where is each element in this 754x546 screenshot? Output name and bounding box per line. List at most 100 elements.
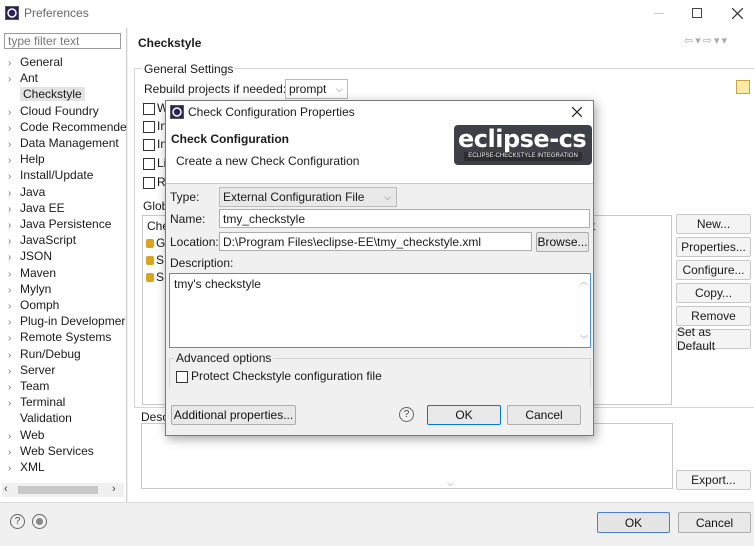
tree-item[interactable]: › Terminal xyxy=(8,395,65,411)
tree-item[interactable]: › Maven xyxy=(8,266,56,282)
tree-item[interactable]: › JSON xyxy=(8,249,52,265)
tree-item[interactable]: › Cloud Foundry xyxy=(8,104,99,120)
chevron-right-icon[interactable]: › xyxy=(8,139,20,150)
tree-item[interactable]: › Remote Systems xyxy=(8,330,111,346)
config-button[interactable]: Configure... xyxy=(676,260,751,280)
chevron-right-icon[interactable]: › xyxy=(8,382,20,393)
import-settings-icon[interactable] xyxy=(736,80,750,94)
setting-checkbox-1[interactable] xyxy=(143,103,155,115)
chevron-right-icon[interactable]: › xyxy=(8,236,20,247)
ok-button[interactable]: OK xyxy=(597,512,670,533)
tree-item[interactable]: › Mylyn xyxy=(8,282,51,298)
export-button[interactable]: Export... xyxy=(676,470,751,490)
tree-item[interactable]: Validation xyxy=(8,411,72,427)
close-icon[interactable] xyxy=(732,8,743,19)
chevron-right-icon[interactable]: › xyxy=(8,204,20,215)
tree-item[interactable]: › Java EE xyxy=(8,201,65,217)
type-select[interactable]: External Configuration File ⌵ xyxy=(219,187,397,207)
chevron-right-icon[interactable]: › xyxy=(8,269,20,280)
tree-item[interactable]: › Install/Update xyxy=(8,168,93,184)
chevron-right-icon[interactable]: › xyxy=(8,252,20,263)
tree-item[interactable]: › Data Management xyxy=(8,136,119,152)
setting-checkbox-5[interactable] xyxy=(143,177,155,189)
dialog-cancel-button[interactable]: Cancel xyxy=(507,405,581,425)
chevron-right-icon[interactable]: › xyxy=(8,431,20,442)
tree-item[interactable]: › Oomph xyxy=(8,298,59,314)
setting-checkbox-2[interactable] xyxy=(143,121,155,133)
chevron-right-icon[interactable]: › xyxy=(8,447,20,458)
chevron-right-icon[interactable]: › xyxy=(8,107,20,118)
filter-input[interactable]: type filter text xyxy=(4,33,121,49)
name-input[interactable]: tmy_checkstyle xyxy=(219,209,590,228)
browse-button[interactable]: Browse... xyxy=(536,232,589,252)
tree-item-label: Server xyxy=(20,362,56,377)
tree-item[interactable]: › Help xyxy=(8,152,45,168)
chevron-right-icon[interactable]: › xyxy=(8,285,20,296)
scroll-down-icon[interactable]: ﹀ xyxy=(580,334,588,345)
rebuild-select[interactable]: prompt ⌵ xyxy=(285,79,348,99)
help-icon[interactable]: ? xyxy=(10,514,25,529)
chevron-right-icon[interactable]: › xyxy=(8,350,20,361)
protect-checkbox[interactable] xyxy=(176,371,188,383)
tree-item[interactable]: › Server xyxy=(8,363,55,379)
tree-item[interactable]: › Plug-in Developmer xyxy=(8,314,125,330)
dialog-close-icon[interactable] xyxy=(572,107,582,117)
additional-properties-button[interactable]: Additional properties... xyxy=(171,405,296,425)
config-button[interactable]: Properties... xyxy=(676,237,751,257)
scroll-down-icon[interactable]: ⌵ xyxy=(447,478,454,489)
minimize-icon[interactable] xyxy=(652,5,666,19)
general-settings-label: General Settings xyxy=(142,62,236,76)
tree-item[interactable]: › General xyxy=(8,55,63,71)
config-button[interactable]: Set as Default xyxy=(676,325,751,353)
chevron-right-icon[interactable]: › xyxy=(8,463,20,474)
setting-checkbox-3[interactable] xyxy=(143,139,155,151)
chevron-right-icon[interactable]: › xyxy=(8,398,20,409)
location-input[interactable]: D:\Program Files\eclipse-EE\tmy_checksty… xyxy=(219,232,532,251)
scroll-up-icon[interactable]: ︿ xyxy=(580,276,588,287)
chevron-right-icon[interactable]: › xyxy=(8,155,20,166)
tree-item[interactable]: › Code Recommende xyxy=(8,120,127,136)
scroll-thumb[interactable] xyxy=(18,486,98,494)
table-row[interactable]: G xyxy=(146,236,165,250)
maximize-icon[interactable] xyxy=(692,8,702,18)
tree-item[interactable]: › Ant xyxy=(8,71,38,87)
dialog-ok-button[interactable]: OK xyxy=(427,405,501,425)
config-button[interactable]: Copy... xyxy=(676,283,751,303)
chevron-right-icon[interactable]: › xyxy=(8,58,20,69)
chevron-right-icon[interactable]: › xyxy=(8,188,20,199)
tree-item[interactable]: › Web Services xyxy=(8,444,94,460)
tree-hscrollbar[interactable]: ‹ › xyxy=(2,483,124,497)
chevron-right-icon[interactable]: › xyxy=(8,333,20,344)
scroll-right-icon[interactable]: › xyxy=(112,483,116,495)
chevron-right-icon[interactable]: › xyxy=(8,171,20,182)
config-button[interactable]: Remove xyxy=(676,306,751,326)
tree-item[interactable]: › JavaScript xyxy=(8,233,76,249)
description-textarea[interactable]: tmy's checkstyle ︿ ﹀ xyxy=(169,273,591,348)
record-icon[interactable] xyxy=(32,514,47,529)
chevron-right-icon[interactable]: › xyxy=(8,123,20,134)
name-label: Name: xyxy=(170,212,206,226)
tree-item[interactable]: Checkstyle xyxy=(8,87,85,103)
nav-history-icons[interactable]: ⇦▾⇨▾▾ xyxy=(684,34,729,47)
tree-item[interactable]: › Run/Debug xyxy=(8,347,81,363)
help-icon[interactable]: ? xyxy=(399,407,414,422)
tree-item[interactable]: › Java Persistence xyxy=(8,217,111,233)
tree-item[interactable]: › Team xyxy=(8,379,49,395)
tree-item-label: Maven xyxy=(20,265,57,280)
eclipse-icon xyxy=(5,6,19,20)
cancel-button[interactable]: Cancel xyxy=(678,512,751,533)
chevron-right-icon[interactable]: › xyxy=(8,220,20,231)
table-row[interactable]: S xyxy=(146,253,164,267)
chevron-right-icon[interactable]: › xyxy=(8,301,20,312)
table-row[interactable]: S xyxy=(146,270,164,284)
chevron-right-icon[interactable]: › xyxy=(8,366,20,377)
scroll-left-icon[interactable]: ‹ xyxy=(4,483,8,495)
config-button[interactable]: New... xyxy=(676,214,751,234)
chevron-right-icon[interactable]: › xyxy=(8,74,20,85)
tree-item[interactable]: › Web xyxy=(8,428,44,444)
tree-item-label: General xyxy=(20,55,63,69)
tree-item[interactable]: › Java xyxy=(8,185,45,201)
setting-checkbox-4[interactable] xyxy=(143,158,155,170)
tree-item[interactable]: › XML xyxy=(8,460,45,476)
chevron-right-icon[interactable]: › xyxy=(8,317,20,328)
